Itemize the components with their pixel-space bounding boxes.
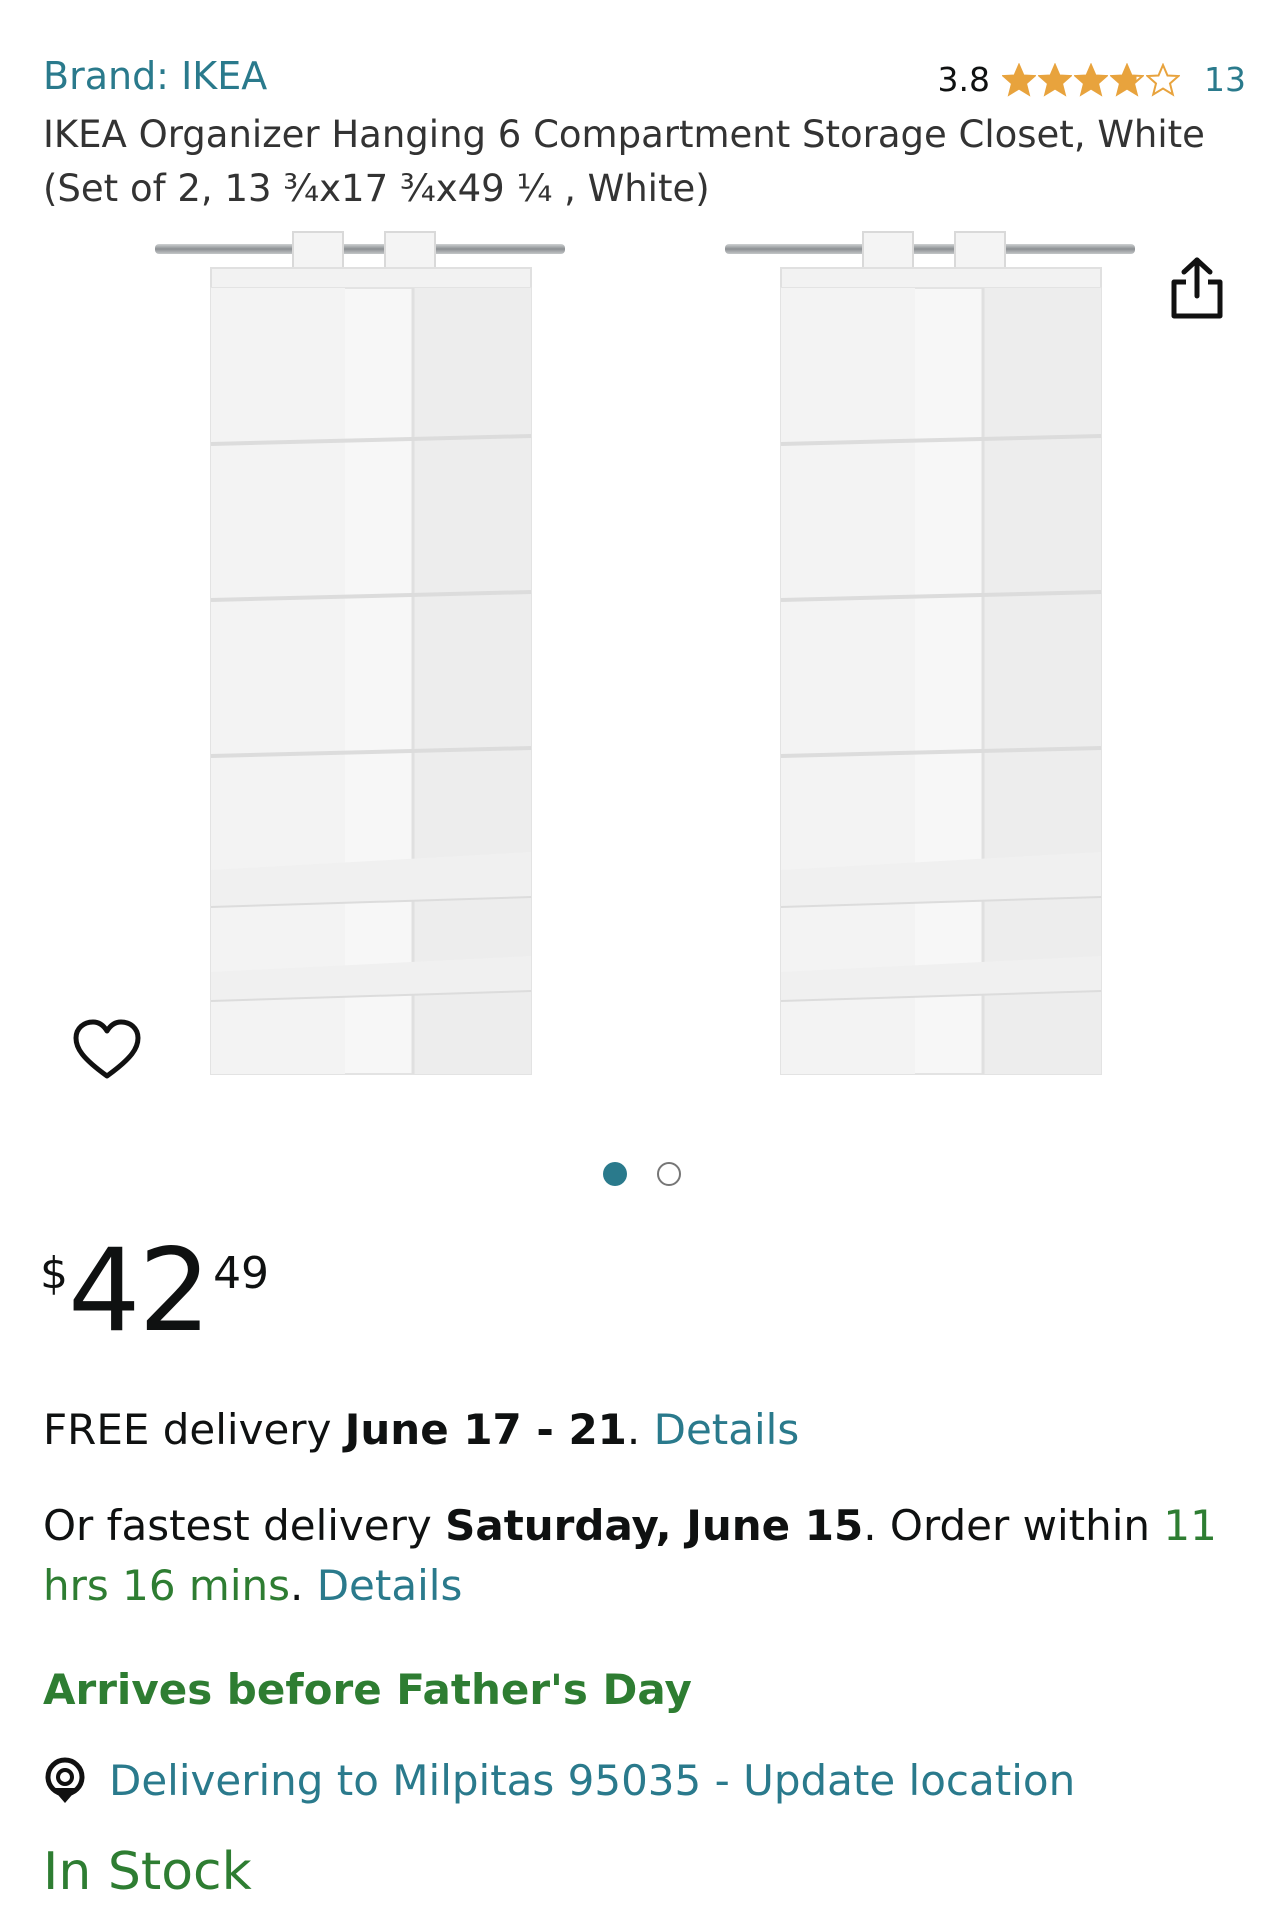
fast-delivery-line: Or fastest delivery Saturday, June 15. O… [43,1496,1253,1616]
fast-delivery-details-link[interactable]: Details [317,1561,463,1610]
heart-icon[interactable] [72,1018,142,1082]
location-pin-icon [45,1757,85,1803]
free-delivery-line: FREE delivery June 17 - 21. Details [43,1400,1253,1460]
share-icon[interactable] [1168,256,1226,320]
price-symbol: $ [40,1248,68,1299]
free-delivery-prefix: FREE delivery [43,1405,345,1454]
arrives-note: Arrives before Father's Day [43,1665,692,1714]
rating-stars [1002,62,1180,97]
rating-summary[interactable]: 3.8 13 [938,60,1246,99]
fast-delivery-prefix: Or fastest delivery [43,1501,446,1550]
product-image-gallery[interactable] [0,220,1284,1120]
image-dot-2[interactable] [657,1162,681,1186]
free-delivery-dates: June 17 - 21 [344,1405,627,1454]
fast-delivery-date: Saturday, June 15 [445,1501,864,1550]
delivery-location-link[interactable]: Delivering to Milpitas 95035 - Update lo… [109,1756,1075,1805]
price: $ 42 49 [40,1232,269,1350]
image-pagination[interactable] [0,1162,1284,1186]
star-icon [1146,62,1180,97]
price-fraction: 49 [213,1248,270,1299]
brand-link[interactable]: Brand: IKEA [43,54,267,98]
product-title: IKEA Organizer Hanging 6 Compartment Sto… [43,113,1205,210]
star-icon [1038,62,1072,97]
star-icon [1002,62,1036,97]
free-delivery-details-link[interactable]: Details [654,1405,800,1454]
star-icon [1074,62,1108,97]
fast-delivery-dot: . [290,1561,304,1610]
delivery-location[interactable]: Delivering to Milpitas 95035 - Update lo… [43,1756,1075,1805]
rating-count-link[interactable]: 13 [1204,60,1246,99]
free-delivery-dot: . [626,1405,641,1454]
star-icon [1110,62,1144,97]
price-whole: 42 [68,1224,211,1357]
stock-status: In Stock [43,1842,252,1902]
product-image [153,230,1137,1076]
fast-delivery-mid: . Order within [863,1501,1164,1550]
image-dot-1[interactable] [603,1162,627,1186]
rating-value: 3.8 [937,60,990,99]
